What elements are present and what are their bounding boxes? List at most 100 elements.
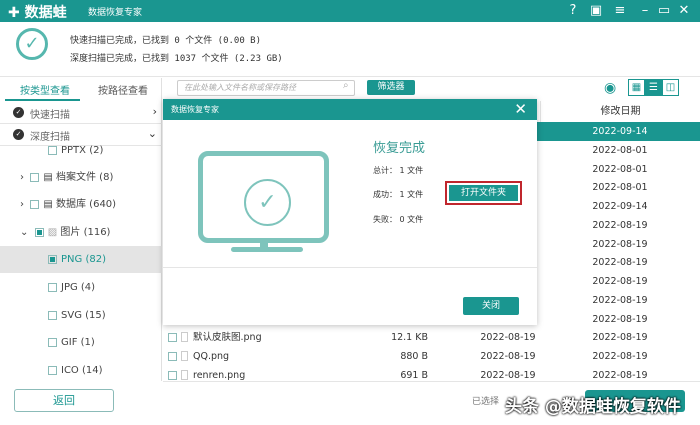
check-icon: ✓ (244, 179, 291, 226)
modified-date: 2022-08-19 (592, 257, 648, 269)
tree-item-database[interactable]: › ▤ 数据库 (640) (0, 191, 162, 218)
chevron-down-icon[interactable]: ⌄ (20, 227, 35, 238)
checkbox[interactable] (48, 282, 57, 292)
minimize-icon[interactable]: – (636, 2, 654, 20)
modified-date: 2022-08-19 (592, 294, 648, 306)
column-header-modified-date[interactable]: 修改日期 (540, 101, 700, 123)
watermark: 头条 @数据蛙恢复软件 (505, 397, 681, 417)
table-row[interactable]: 默认皮肤图.png 12.1 KB 2022-08-19 2022-08-19 (163, 328, 700, 347)
modified-date: 2022-08-19 (592, 219, 648, 231)
archive-icon: ▤ (43, 172, 56, 183)
close-icon[interactable]: ✕ (675, 2, 693, 20)
tree-label: PPTX (2) (61, 145, 104, 156)
active-tab-indicator (5, 99, 80, 101)
chevron-right-icon[interactable]: › (20, 172, 30, 183)
tree-label: JPG (4) (61, 282, 96, 293)
selected-count: 已选择 (472, 397, 500, 407)
quick-scan-item[interactable]: ✓ 快速扫描 › (0, 102, 162, 124)
check-icon: ✓ (13, 107, 24, 118)
tree-label: 图片 (116) (60, 227, 111, 238)
modified-date: 2022-08-19 (592, 313, 648, 325)
list-view-icon[interactable]: ☰ (645, 79, 662, 96)
detail-view-icon[interactable]: ◫ (662, 79, 679, 96)
open-folder-button[interactable]: 打开文件夹 (445, 181, 522, 205)
app-subtitle: 数据恢复专家 (88, 8, 143, 18)
tree-label: ICO (14) (61, 365, 103, 376)
monitor-base (231, 247, 303, 252)
tree-label: 档案文件 (8) (56, 172, 114, 183)
modified-date: 2022-08-19 (592, 332, 648, 344)
modified-date: 2022-08-19 (592, 238, 648, 250)
quick-scan-label: 快速扫描 (30, 110, 70, 121)
checkbox[interactable] (30, 199, 40, 209)
modified-date: 2022-08-19 (592, 351, 648, 362)
database-icon: ▤ (43, 199, 56, 210)
dialog-title: 数据恢复专家 (171, 105, 219, 114)
modified-date: 2022-09-14 (592, 126, 648, 137)
file-icon (181, 369, 188, 380)
tab-by-type[interactable]: 按类型查看 (20, 82, 70, 97)
close-icon[interactable]: ✕ (514, 99, 527, 120)
maximize-icon[interactable]: ▭ (655, 2, 673, 20)
tree-label: PNG (82) (61, 254, 106, 265)
tree-item-svg[interactable]: SVG (15) (0, 302, 162, 329)
close-button[interactable]: 关闭 (463, 297, 519, 315)
tree-item-ico[interactable]: ICO (14) (0, 357, 162, 384)
tab-by-path[interactable]: 按路径查看 (98, 82, 148, 97)
file-icon (181, 332, 188, 343)
tree-item-jpg[interactable]: JPG (4) (0, 274, 162, 301)
tree-item-pptx[interactable]: PPTX (2) (0, 137, 162, 164)
menu-icon[interactable]: ≡ (611, 2, 629, 20)
dialog-header: 数据恢复专家 ✕ (163, 99, 537, 120)
modified-date: 2022-08-19 (592, 276, 648, 287)
help-icon[interactable]: ? (564, 2, 582, 20)
checkbox[interactable] (30, 172, 40, 182)
scan-status (0, 22, 700, 77)
save-icon[interactable]: ▣ (587, 2, 605, 20)
modified-date: 2022-08-01 (592, 163, 648, 175)
checkbox[interactable] (34, 227, 44, 237)
tree-item-images[interactable]: ⌄ ▨ 图片 (116) (0, 219, 162, 246)
chevron-right-icon[interactable]: › (20, 199, 30, 210)
file-icon (181, 351, 188, 361)
file-size: 880 B (400, 351, 428, 362)
quick-scan-status: 快速扫描已完成，已找到 0 个文件 (0.00 B) (70, 36, 262, 46)
tree-label: GIF (1) (61, 337, 95, 348)
modified-date: 2022-08-01 (592, 144, 648, 156)
tree-item-archive[interactable]: › ▤ 档案文件 (8) (0, 164, 162, 191)
recovery-complete-dialog: 数据恢复专家 ✕ ✓ 恢复完成 总计： 1 文件 成功： 1 文件 失败： 0 … (163, 99, 537, 325)
search-input[interactable]: 在此处输入文件名称或保存路径 (177, 80, 355, 96)
file-name: QQ.png (193, 351, 230, 362)
app-logo: ✚ 数据蛙 (8, 5, 67, 21)
modified-date: 2022-09-14 (592, 201, 648, 212)
tree-item-png[interactable]: PNG (82) (0, 246, 162, 273)
checkbox[interactable] (48, 145, 57, 155)
title-bar: ✚ 数据蛙 数据恢复专家 ? ▣ ≡ – ▭ ✕ (0, 0, 700, 22)
tree-item-gif[interactable]: GIF (1) (0, 329, 162, 356)
file-size: 12.1 KB (391, 332, 428, 344)
modified-date: 2022-08-01 (592, 182, 648, 194)
dialog-divider (163, 267, 537, 268)
grid-view-icon[interactable]: ▦ (628, 79, 645, 96)
row-checkbox[interactable] (168, 352, 177, 361)
check-circle-icon: ✓ (16, 28, 48, 60)
row-checkbox[interactable] (168, 370, 177, 380)
deep-scan-status: 深度扫描已完成，已找到 1037 个文件 (2.23 GB) (70, 54, 283, 64)
chevron-right-icon: › (152, 105, 157, 118)
checkbox[interactable] (48, 365, 57, 375)
failed-count: 失败： 0 文件 (373, 215, 424, 224)
search-icon[interactable]: ⌕ (343, 80, 349, 91)
checkbox[interactable] (48, 254, 57, 264)
back-button[interactable]: 返回 (14, 389, 114, 412)
checkbox[interactable] (48, 337, 57, 347)
recovery-complete-heading: 恢复完成 (373, 141, 426, 156)
file-name: 默认皮肤图.png (193, 332, 262, 344)
tree-label: SVG (15) (61, 310, 106, 321)
table-row[interactable]: QQ.png 880 B 2022-08-19 2022-08-19 (163, 347, 700, 366)
preview-eye-icon[interactable]: ◉ (604, 80, 616, 96)
row-checkbox[interactable] (168, 333, 177, 343)
monitor-icon: ✓ (198, 151, 329, 243)
checkbox[interactable] (48, 310, 57, 320)
filter-button[interactable]: 筛选器 (367, 80, 415, 95)
image-icon: ▨ (47, 227, 61, 238)
